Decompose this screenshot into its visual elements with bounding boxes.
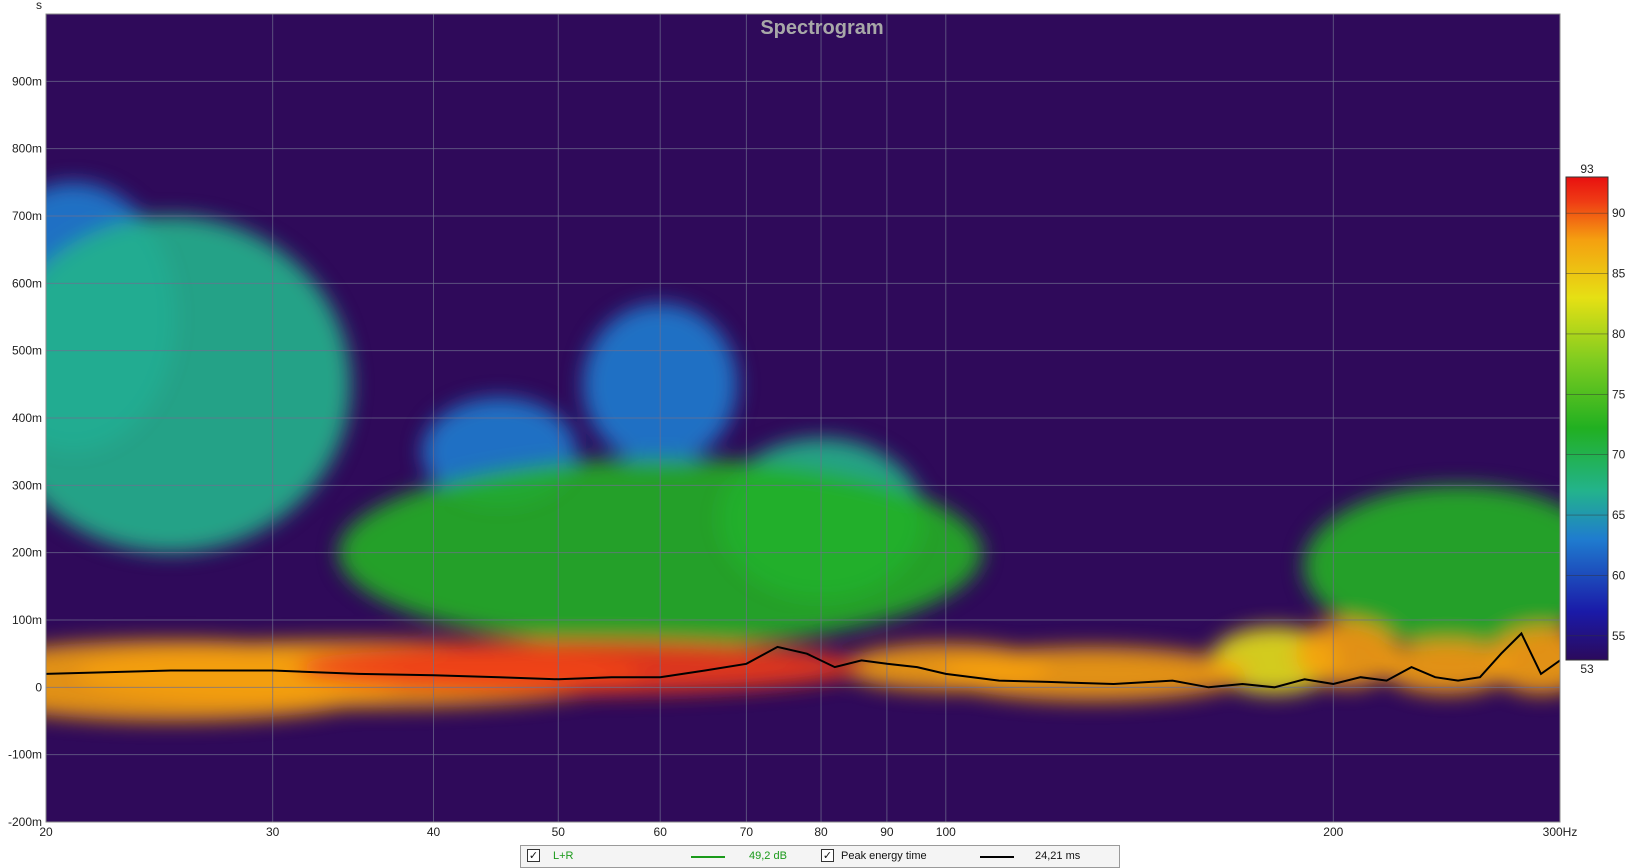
colorbar-tick-label: 65 [1612, 508, 1626, 522]
colorbar: 93 53 90 85 80 75 70 65 60 55 [1565, 162, 1626, 676]
y-tick-label: 300m [12, 478, 42, 492]
x-tick-label: 300Hz [1543, 825, 1578, 839]
colorbar-gradient [1565, 176, 1609, 661]
y-tick-label: 200m [12, 546, 42, 560]
y-tick-label: -200m [8, 815, 42, 829]
colorbar-tick-label: 60 [1612, 568, 1626, 582]
lr-line-swatch [691, 856, 725, 858]
energy-region [1382, 640, 1512, 695]
x-tick-label: 90 [880, 825, 894, 839]
lr-value-label: 49,2 dB [749, 850, 787, 862]
y-tick-label: 900m [12, 74, 42, 88]
colorbar-tick-label: 55 [1612, 629, 1626, 643]
colorbar-min-label: 53 [1580, 662, 1594, 676]
y-tick-label: 400m [12, 411, 42, 425]
lr-checkbox[interactable]: ✓ [527, 849, 540, 862]
x-tick-label: 50 [552, 825, 566, 839]
y-tick-label: 100m [12, 613, 42, 627]
y-axis-unit-label: s [36, 0, 42, 12]
colorbar-tick-label: 85 [1612, 267, 1626, 281]
x-tick-label: 60 [654, 825, 668, 839]
y-tick-label: 800m [12, 142, 42, 156]
colorbar-tick-label: 80 [1612, 327, 1626, 341]
x-tick-label: 80 [814, 825, 828, 839]
y-tick-label: 700m [12, 209, 42, 223]
peak-energy-value-label: 24,21 ms [1035, 850, 1081, 862]
y-tick-label: 0 [35, 680, 42, 694]
spectrogram-chart: 20 30 40 50 60 70 80 90 100 200 300Hz 900m800m700m… [8, 0, 1626, 839]
x-tick-label: 30 [266, 825, 280, 839]
peak-energy-checkbox[interactable]: ✓ [821, 849, 834, 862]
colorbar-tick-label: 90 [1612, 206, 1626, 220]
y-tick-label: -100m [8, 748, 42, 762]
energy-region [1295, 620, 1399, 688]
colorbar-max-label: 93 [1580, 162, 1594, 176]
legend-bar: ✓ L+R 49,2 dB ✓ Peak energy time 24,21 m… [520, 845, 1120, 868]
colorbar-tick-label: 75 [1612, 387, 1626, 401]
y-tick-label: 500m [12, 344, 42, 358]
x-tick-label: 40 [427, 825, 441, 839]
energy-region [937, 646, 1247, 701]
x-tick-label: 100 [936, 825, 956, 839]
peak-energy-line-swatch [980, 856, 1014, 858]
chart-title: Spectrogram [760, 17, 883, 39]
x-tick-label: 70 [740, 825, 754, 839]
peak-energy-series-label: Peak energy time [841, 850, 927, 862]
energy-region [296, 640, 864, 695]
colorbar-tick-label: 70 [1612, 448, 1626, 462]
energy-region [46, 216, 351, 553]
lr-series-label: L+R [553, 850, 574, 862]
spectrogram-window: 20 30 40 50 60 70 80 90 100 200 300Hz 900m 800m 700m… [0, 0, 1633, 868]
y-tick-label: 600m [12, 276, 42, 290]
x-tick-label: 200 [1323, 825, 1343, 839]
